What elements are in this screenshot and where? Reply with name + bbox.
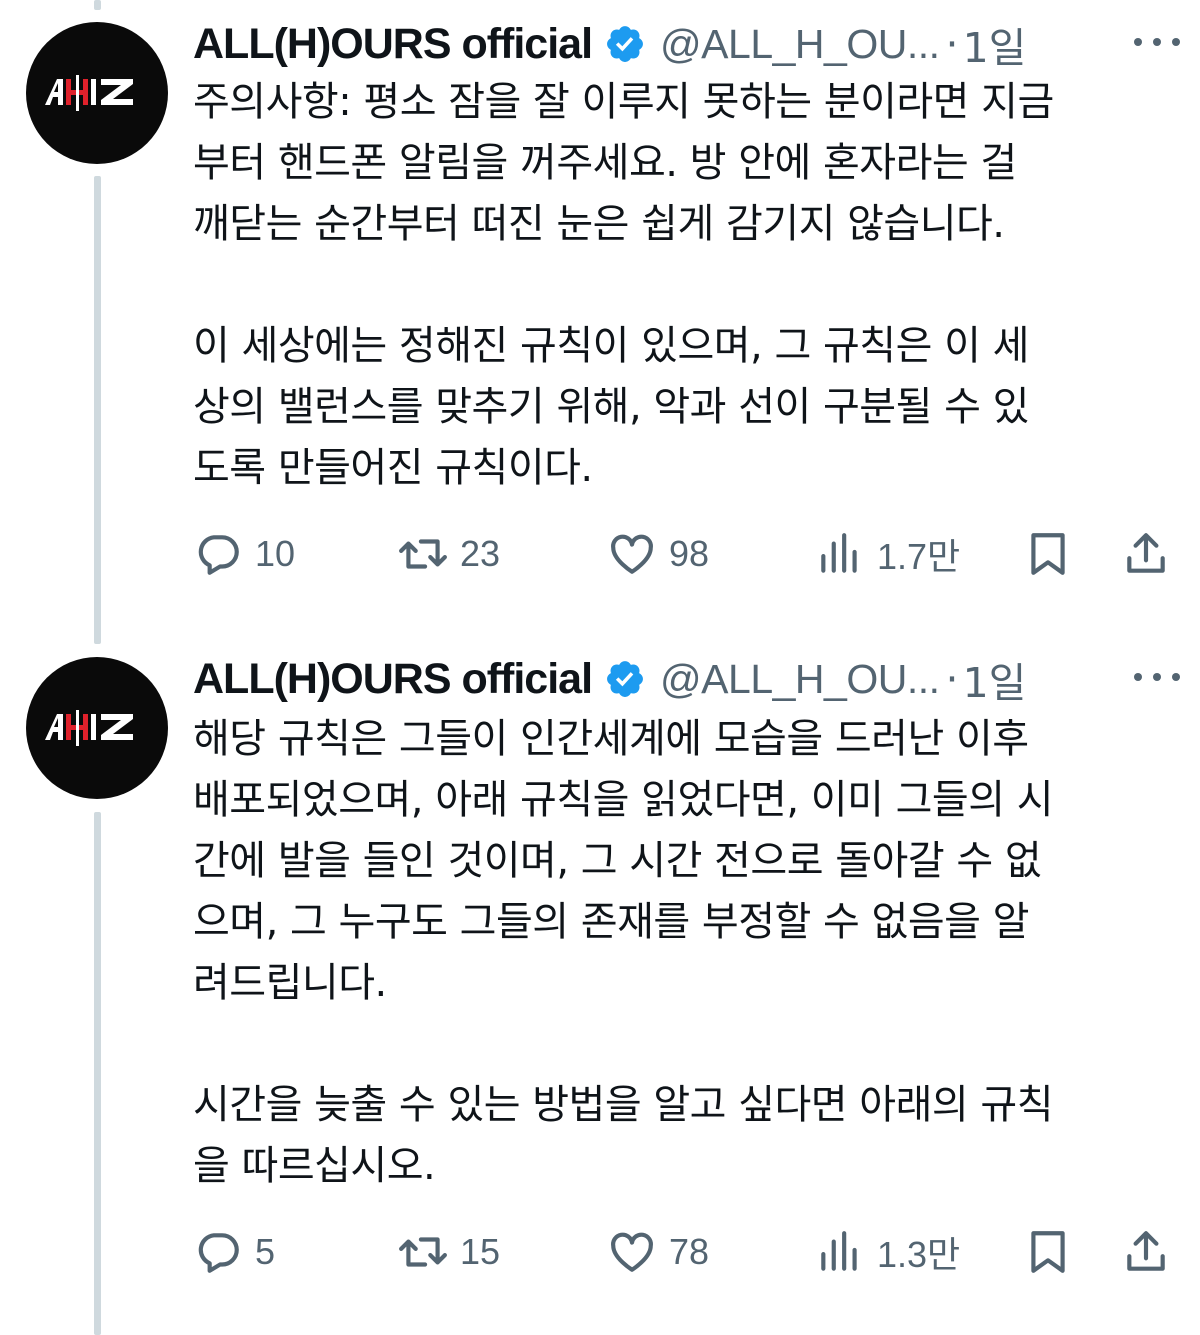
reply-bubble-icon <box>198 1233 239 1273</box>
bar-chart-icon <box>821 533 857 573</box>
views-button[interactable]: 1.7만 <box>815 524 960 584</box>
tweet[interactable]: ALL(H)OURS official @ALL_H_OU... · 1일 주의… <box>0 0 1200 640</box>
author-handle[interactable]: @ALL_H_OU... <box>660 21 940 68</box>
more-horizontal-icon[interactable] <box>1134 22 1180 62</box>
timestamp[interactable]: 1일 <box>963 649 1027 709</box>
repost-arrows-icon <box>399 539 447 569</box>
repost-count: 15 <box>460 1231 501 1272</box>
reply-bubble-icon <box>198 535 239 575</box>
reply-count: 10 <box>255 533 296 574</box>
reply-button[interactable]: 5 <box>193 1222 275 1282</box>
views-button[interactable]: 1.3만 <box>815 1222 960 1282</box>
tweet-actions: 10 23 98 1.7만 <box>193 524 1178 584</box>
share-button[interactable] <box>1121 524 1171 584</box>
heart-icon <box>611 1232 653 1272</box>
repost-button[interactable]: 23 <box>398 524 500 584</box>
timestamp[interactable]: 1일 <box>963 14 1027 74</box>
reply-count: 5 <box>255 1231 276 1272</box>
tweet-header: ALL(H)OURS official @ALL_H_OU... · 1일 <box>193 14 1180 74</box>
author-name[interactable]: ALL(H)OURS official <box>193 655 593 704</box>
like-count: 78 <box>669 1231 710 1272</box>
heart-icon <box>611 534 653 574</box>
views-count: 1.7만 <box>877 536 961 577</box>
bar-chart-icon <box>821 1231 857 1271</box>
repost-arrows-icon <box>399 1237 447 1267</box>
avatar[interactable] <box>26 657 168 799</box>
share-upload-icon <box>1127 1231 1165 1271</box>
share-upload-icon <box>1127 533 1165 573</box>
like-button[interactable]: 98 <box>607 524 709 584</box>
reply-button[interactable]: 10 <box>193 524 295 584</box>
bookmark-button[interactable] <box>1023 1222 1073 1282</box>
bookmark-button[interactable] <box>1023 524 1073 584</box>
avatar[interactable] <box>26 22 168 164</box>
repost-count: 23 <box>460 533 501 574</box>
tweet-actions: 5 15 78 1.3만 <box>193 1222 1178 1282</box>
like-count: 98 <box>669 533 710 574</box>
avatar-logo-icon <box>45 710 133 746</box>
views-count: 1.3만 <box>877 1234 961 1275</box>
verified-badge-icon <box>607 26 643 62</box>
tweet-text: 해당 규칙은 그들이 인간세계에 모습을 드러난 이후 배포되었으며, 아래 규… <box>193 716 1054 1189</box>
author-handle[interactable]: @ALL_H_OU... <box>660 656 940 703</box>
tweet-header: ALL(H)OURS official @ALL_H_OU... · 1일 <box>193 649 1180 709</box>
separator-dot: · <box>945 20 959 68</box>
bookmark-icon <box>1031 533 1065 575</box>
author-name[interactable]: ALL(H)OURS official <box>193 20 593 69</box>
like-button[interactable]: 78 <box>607 1222 709 1282</box>
tweet-text: 주의사항: 평소 잠을 잘 이루지 못하는 분이라면 지금 부터 핸드폰 알림을… <box>193 79 1054 491</box>
avatar-logo-icon <box>45 75 133 111</box>
tweet[interactable]: ALL(H)OURS official @ALL_H_OU... · 1일 해당… <box>0 640 1200 1335</box>
separator-dot: · <box>945 655 959 703</box>
repost-button[interactable]: 15 <box>398 1222 500 1282</box>
share-button[interactable] <box>1121 1222 1171 1282</box>
bookmark-icon <box>1031 1231 1065 1273</box>
more-horizontal-icon[interactable] <box>1134 657 1180 697</box>
verified-badge-icon <box>607 661 643 697</box>
